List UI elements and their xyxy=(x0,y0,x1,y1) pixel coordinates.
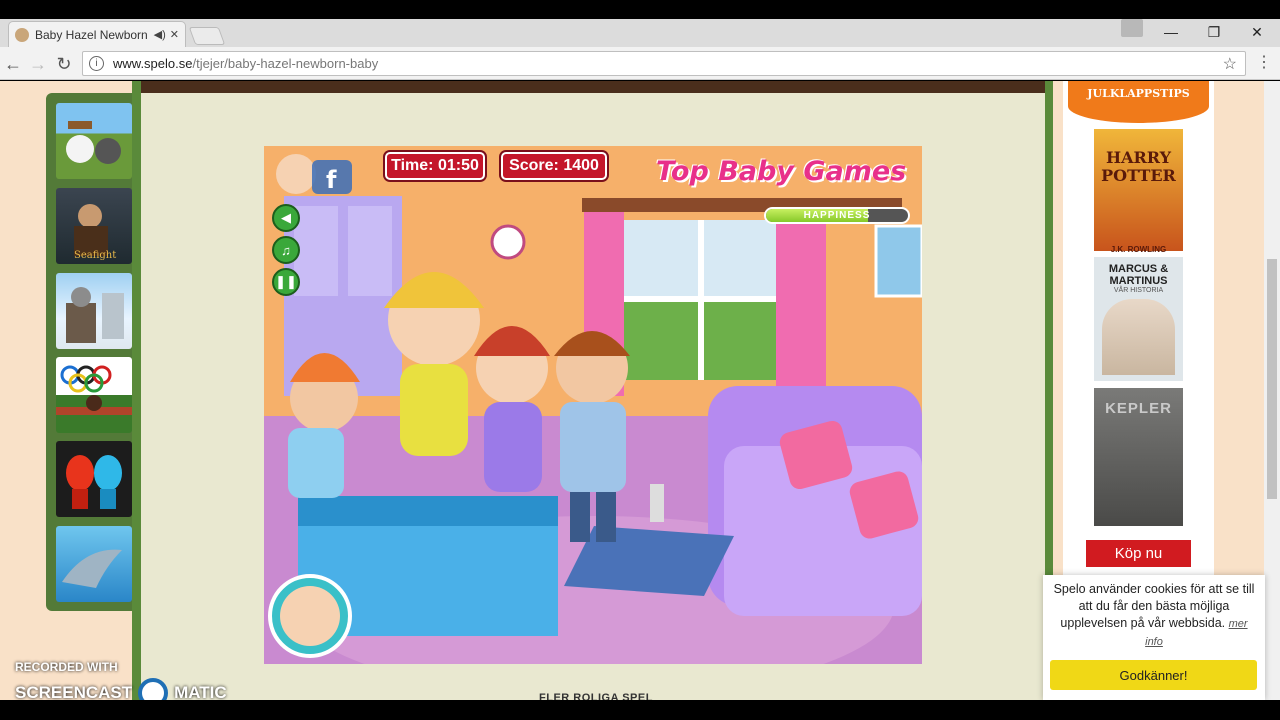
book-cover-kepler[interactable]: KEPLER xyxy=(1094,388,1183,526)
book-cover-marcus-martinus[interactable]: MARCUS & MARTINUS VÅR HISTORIA xyxy=(1094,257,1183,381)
game-thumbnail-farm[interactable] xyxy=(56,103,132,179)
more-games-link[interactable]: FLER ROLIGA SPEL xyxy=(539,692,653,700)
menu-icon[interactable]: ⋮ xyxy=(1256,52,1272,72)
user-profile-icon[interactable] xyxy=(1121,19,1143,37)
game-thumbnail-olympics[interactable] xyxy=(56,357,132,433)
info-icon[interactable]: i xyxy=(89,56,104,71)
svg-text:f: f xyxy=(326,166,337,194)
tab-strip: Baby Hazel Newborn ◀) ✕ xyxy=(0,19,1280,47)
reload-icon[interactable]: ↻ xyxy=(53,53,75,75)
url-domain: www.spelo.se xyxy=(113,56,193,71)
score-display: Score: 1400 xyxy=(501,152,607,180)
book-photo xyxy=(1102,299,1175,375)
book-title: MARCUS & MARTINUS xyxy=(1108,263,1169,287)
close-tab-icon[interactable]: ✕ xyxy=(170,28,179,41)
minimize-button[interactable]: — xyxy=(1150,19,1192,45)
back-icon[interactable]: ← xyxy=(2,53,24,75)
music-icon[interactable]: ♫ xyxy=(272,236,300,264)
book-cover-harry-potter[interactable]: HARRY POTTER J.K. ROWLING xyxy=(1094,129,1183,254)
game-thumbnail-fireboy-watergirl[interactable] xyxy=(56,441,132,517)
scrollbar-thumb[interactable] xyxy=(1267,259,1277,499)
forward-icon[interactable]: → xyxy=(27,53,49,75)
book-subtitle: VÅR HISTORIA xyxy=(1113,287,1164,294)
restore-button[interactable]: ❐ xyxy=(1193,19,1235,45)
close-window-button[interactable]: ✕ xyxy=(1236,19,1278,45)
timer-display: Time: 01:50 xyxy=(385,152,485,180)
cookie-message: Spelo använder cookies för att se till a… xyxy=(1053,582,1255,630)
pause-icon[interactable]: ❚❚ xyxy=(272,268,300,296)
address-bar[interactable]: i www.spelo.se /tjejer/baby-hazel-newbor… xyxy=(82,51,1246,76)
web-page: Seafight f ◀ ♫ ❚❚ Time: 01:50 Score: 140… xyxy=(0,81,1280,700)
browser-tab[interactable]: Baby Hazel Newborn ◀) ✕ xyxy=(8,21,186,47)
left-divider xyxy=(132,81,141,700)
book-author: J.K. ROWLING xyxy=(1110,245,1167,254)
top-black-bar xyxy=(0,0,1280,19)
happiness-meter: HAPPINESS xyxy=(764,207,910,224)
bottom-black-bar xyxy=(0,700,1280,720)
speaker-icon[interactable]: ◀) xyxy=(154,28,166,41)
cookie-banner: Spelo använder cookies för att se till a… xyxy=(1043,575,1265,700)
tab-favicon xyxy=(15,27,29,42)
game-thumbnail-knight[interactable] xyxy=(56,273,132,349)
game-thumbnail-pirate[interactable]: Seafight xyxy=(56,188,132,264)
book-title: KEPLER xyxy=(1105,400,1172,417)
game-canvas[interactable]: f ◀ ♫ ❚❚ Time: 01:50 Score: 1400 Top Bab… xyxy=(264,146,922,664)
happiness-label: HAPPINESS xyxy=(803,210,871,221)
game-thumbnail-dolphin[interactable] xyxy=(56,526,132,602)
new-tab-button[interactable] xyxy=(188,27,226,45)
bookmark-star-icon[interactable]: ☆ xyxy=(1223,54,1237,74)
game-thumbnail-column: Seafight xyxy=(46,93,139,611)
sound-icon[interactable]: ◀ xyxy=(272,204,300,232)
cookie-text-block: Spelo använder cookies för att se till a… xyxy=(1051,581,1257,651)
cookie-accept-button[interactable]: Godkänner! xyxy=(1050,660,1257,690)
watermark-line1: RECORDED WITH xyxy=(15,660,118,674)
browser-toolbar: ← → ↻ i www.spelo.se /tjejer/baby-hazel-… xyxy=(0,47,1280,80)
svg-text:Seafight: Seafight xyxy=(74,250,116,261)
tab-title: Baby Hazel Newborn xyxy=(35,27,148,42)
center-header-bar xyxy=(141,81,1045,93)
url-path: /tjejer/baby-hazel-newborn-baby xyxy=(192,56,379,71)
buy-now-button[interactable]: Köp nu xyxy=(1086,540,1191,567)
page-scrollbar[interactable] xyxy=(1264,81,1280,700)
banner-title: JULKLAPPSTIPS xyxy=(1087,87,1190,100)
sidebar-banner: JULKLAPPSTIPS xyxy=(1068,81,1209,123)
brand-logo: Top Baby Games xyxy=(656,156,907,187)
book-title: HARRY POTTER xyxy=(1101,148,1176,185)
